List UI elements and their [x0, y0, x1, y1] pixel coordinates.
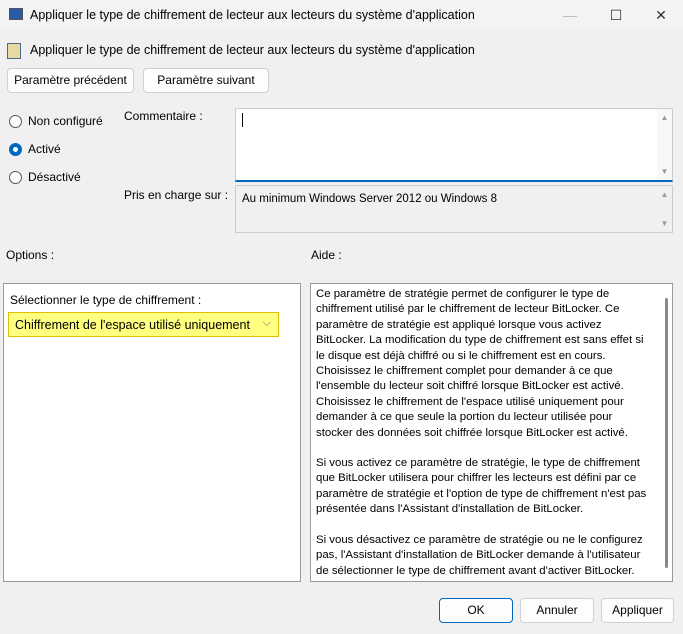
window-title: Appliquer le type de chiffrement de lect…: [30, 8, 475, 22]
apply-button[interactable]: Appliquer: [601, 598, 674, 623]
radio-disabled[interactable]: Désactivé: [9, 170, 81, 184]
policy-icon: [7, 43, 21, 59]
policy-title: Appliquer le type de chiffrement de lect…: [30, 43, 475, 57]
radio-not-configured[interactable]: Non configuré: [9, 114, 103, 128]
comment-label: Commentaire :: [124, 109, 203, 123]
comment-scrollbar[interactable]: ▲ ▼: [657, 109, 672, 180]
ok-button[interactable]: OK: [439, 598, 513, 623]
radio-circle[interactable]: [9, 142, 22, 156]
chevron-down-icon: ⌵: [262, 317, 271, 329]
help-paragraph: Si vous désactivez ce paramètre de strat…: [316, 533, 643, 577]
radio-circle[interactable]: [9, 114, 22, 128]
supported-value-box: Au minimum Windows Server 2012 ou Window…: [235, 185, 673, 233]
supported-label: Pris en charge sur :: [124, 188, 229, 202]
title-bar: Appliquer le type de chiffrement de lect…: [0, 0, 683, 30]
radio-circle[interactable]: [9, 170, 22, 184]
next-setting-button[interactable]: Paramètre suivant: [143, 68, 269, 93]
options-panel: Sélectionner le type de chiffrement : Ch…: [3, 283, 301, 582]
help-text: Ce paramètre de stratégie permet de conf…: [310, 283, 673, 582]
cancel-button[interactable]: Annuler: [520, 598, 594, 623]
options-label: Options :: [6, 248, 55, 262]
encryption-type-select[interactable]: Chiffrement de l'espace utilisé uniqueme…: [8, 312, 279, 337]
help-label: Aide :: [311, 248, 342, 262]
supported-value: Au minimum Windows Server 2012 ou Window…: [242, 193, 498, 205]
encryption-type-label: Sélectionner le type de chiffrement :: [10, 293, 202, 307]
help-paragraph: Ce paramètre de stratégie permet de conf…: [316, 288, 644, 439]
previous-setting-button[interactable]: Paramètre précédent: [7, 68, 134, 93]
radio-enabled[interactable]: Activé: [9, 142, 61, 156]
comment-input[interactable]: ▲ ▼: [235, 108, 673, 182]
minimize-button[interactable]: —: [550, 4, 590, 26]
supported-scrollbar[interactable]: ▲ ▼: [657, 186, 672, 232]
help-scrollbar[interactable]: [665, 298, 668, 568]
app-icon: [9, 8, 23, 20]
help-paragraph: Si vous activez ce paramètre de stratégi…: [316, 457, 647, 516]
close-button[interactable]: ✕: [641, 4, 681, 26]
maximize-button[interactable]: ☐: [596, 4, 636, 26]
